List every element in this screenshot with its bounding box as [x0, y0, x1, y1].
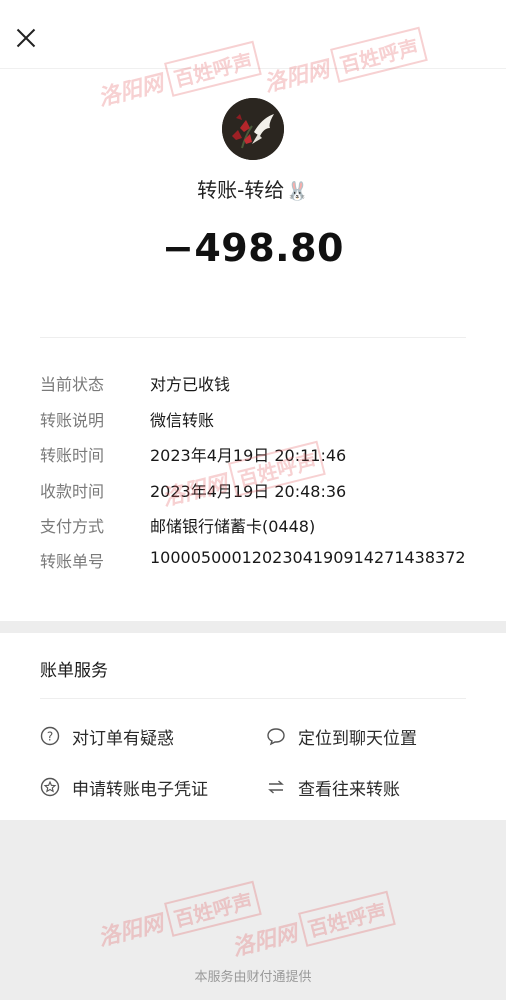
doubt-order-button[interactable]: ? 对订单有疑惑 [40, 722, 174, 750]
payee-title-text: 转账-转给 [197, 178, 285, 202]
detail-value: 2023年4月19日 20:11:46 [150, 446, 347, 465]
detail-value[interactable]: 1000050001202304190914271438372 [150, 548, 466, 567]
section-gap [0, 621, 506, 633]
amount-divider [40, 337, 466, 338]
footer-provider-text: 本服务由财付通提供 [194, 970, 312, 985]
doubt-order-label: 对订单有疑惑 [72, 728, 174, 749]
transfer-amount: −498.80 [162, 226, 344, 270]
flower-bird-avatar-icon [222, 98, 284, 160]
detail-value: 邮储银行储蓄卡(0448) [150, 517, 316, 536]
view-transfers-label: 查看往来转账 [298, 779, 400, 800]
watermark: 洛阳网 百姓呼声 [94, 880, 262, 955]
detail-row-status: 当前状态 对方已收钱 [40, 371, 480, 397]
chat-bubble-icon [266, 726, 286, 746]
detail-row-payment-method: 支付方式 邮储银行储蓄卡(0448) [40, 513, 480, 539]
detail-row-transfer-time: 转账时间 2023年4月19日 20:11:46 [40, 442, 480, 468]
detail-value: 微信转账 [150, 411, 215, 430]
header-bar [0, 0, 506, 69]
services-divider [40, 698, 466, 699]
close-icon[interactable] [12, 24, 40, 52]
bill-services-title: 账单服务 [40, 661, 108, 681]
locate-chat-label: 定位到聊天位置 [298, 728, 417, 749]
view-transfers-button[interactable]: 查看往来转账 [266, 773, 400, 801]
question-circle-icon: ? [40, 726, 60, 746]
detail-value: 2023年4月19日 20:48:36 [150, 482, 347, 501]
detail-label: 支付方式 [40, 517, 105, 536]
apply-voucher-label: 申请转账电子凭证 [72, 779, 208, 800]
detail-row-note: 转账说明 微信转账 [40, 407, 480, 433]
detail-row-receive-time: 收款时间 2023年4月19日 20:48:36 [40, 478, 480, 504]
apply-voucher-button[interactable]: 申请转账电子凭证 [40, 773, 208, 801]
detail-label: 转账说明 [40, 411, 105, 430]
locate-chat-button[interactable]: 定位到聊天位置 [266, 722, 417, 750]
detail-label: 转账时间 [40, 446, 105, 465]
detail-label: 收款时间 [40, 482, 105, 501]
detail-label: 当前状态 [40, 375, 105, 394]
detail-label: 转账单号 [40, 552, 105, 571]
rabbit-emoji: 🐰 [286, 181, 309, 202]
swap-arrows-icon [266, 777, 286, 797]
payee-title: 转账-转给 🐰 [0, 174, 506, 203]
star-badge-icon [40, 777, 60, 797]
watermark: 洛阳网 百姓呼声 [228, 890, 396, 965]
detail-value: 对方已收钱 [150, 375, 231, 394]
svg-text:?: ? [47, 730, 53, 744]
payee-avatar[interactable] [222, 98, 284, 160]
detail-row-order-number: 转账单号 1000050001202304190914271438372 [40, 548, 480, 574]
